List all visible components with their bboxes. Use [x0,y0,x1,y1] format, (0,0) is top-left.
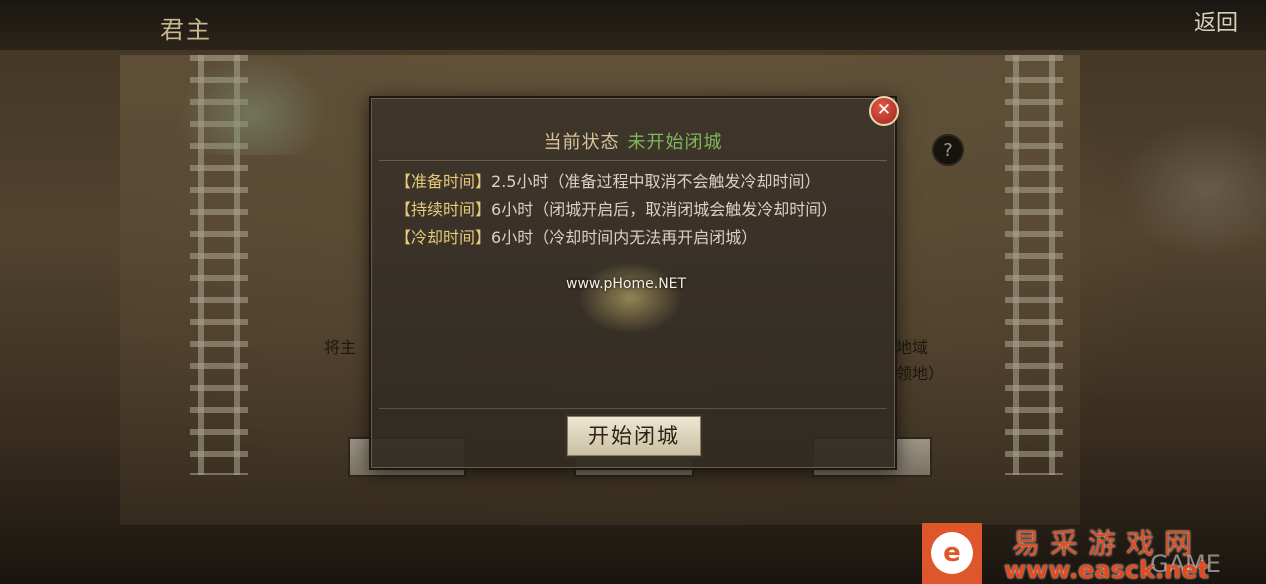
rule-label: 【准备时间】 [395,172,492,191]
watermark-mascot [578,262,682,334]
top-bar: 君主 返回 [0,0,1266,50]
rule-text: 2.5小时（准备过程中取消不会触发冷却时间） [491,172,821,191]
site-url: www.easck.net [1004,556,1209,584]
rule-label: 【冷却时间】 [395,228,492,247]
rule-cooldown: 【冷却时间】6小时（冷却时间内无法再开启闭城） [395,224,875,252]
page-title: 君主 [160,16,212,44]
rule-text: 6小时（闭城开启后，取消闭城会触发冷却时间） [491,200,838,219]
state-value: 未开始闭城 [627,132,723,153]
rule-duration: 【持续时间】6小时（闭城开启后，取消闭城会触发冷却时间） [395,196,875,224]
rule-label: 【持续时间】 [395,200,492,219]
footer-divider [379,408,887,409]
watermark-center: www.pHome.NET [566,276,687,292]
rule-prepare-time: 【准备时间】2.5小时（准备过程中取消不会触发冷却时间） [395,168,875,196]
dialog-header: 当前状态 未开始闭城 [371,126,895,160]
close-icon[interactable]: ✕ [869,96,899,126]
back-button[interactable]: 返回 [1150,8,1260,40]
site-logo-icon: e [931,532,973,574]
state-label: 当前状态 [543,132,620,153]
header-divider [379,160,887,161]
site-logo: e [922,523,982,584]
start-city-close-button[interactable]: 开始闭城 [565,414,703,458]
rule-text: 6小时（冷却时间内无法再开启闭城） [491,228,758,247]
rules-list: 【准备时间】2.5小时（准备过程中取消不会触发冷却时间） 【持续时间】6小时（闭… [395,168,875,252]
